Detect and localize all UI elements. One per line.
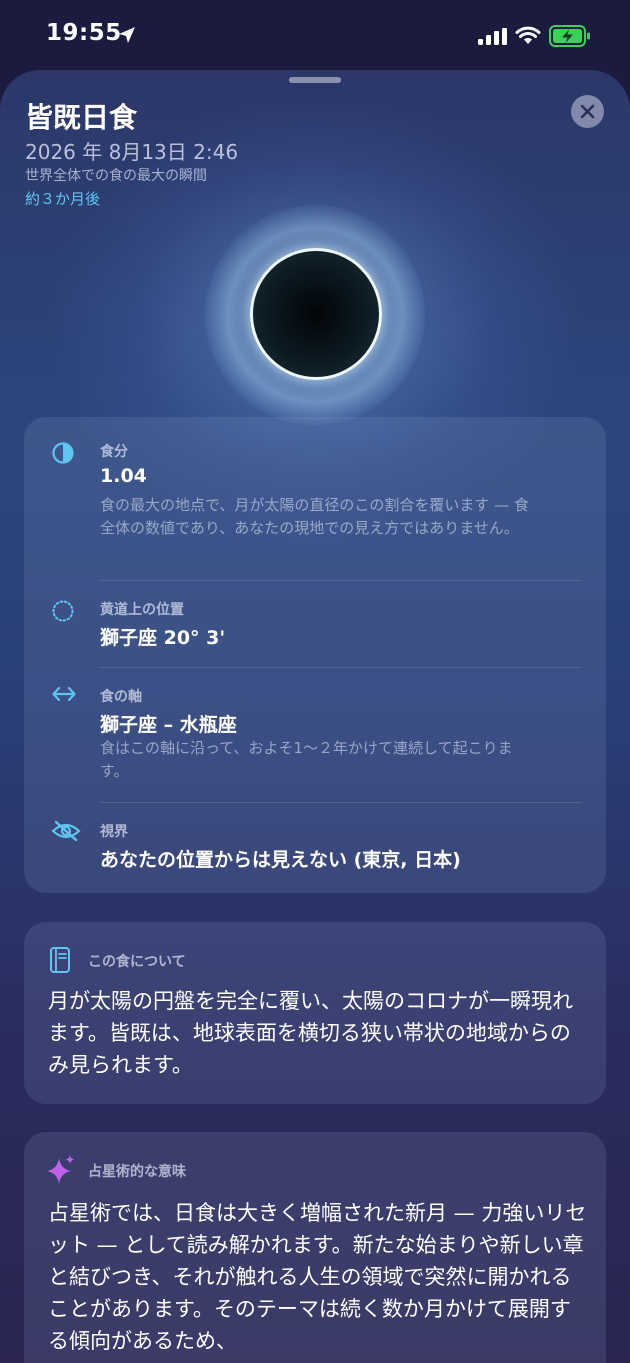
dotted-circle-icon [52,600,74,622]
datetime-caption: 世界全体での食の最大の瞬間 [25,168,207,184]
location-arrow-icon [119,27,135,43]
ecliptic-label: 黄道上の位置 [100,602,184,618]
astrological-meaning-card: 占星術的な意味 占星術では、日食は大きく増幅された新月 — 力強いリセット — … [24,1132,606,1363]
divider [100,667,582,668]
astro-heading: 占星術的な意味 [88,1164,186,1180]
eclipse-detail-sheet: 皆既日食 2026 年 8月13日 2:46 世界全体での食の最大の瞬間 約３か… [0,70,630,1363]
visibility-label: 視界 [100,824,128,840]
ecliptic-value: 獅子座 20° 3' [100,627,226,649]
axis-label: 食の軸 [100,689,142,705]
eye-slash-icon [51,820,81,842]
magnitude-value: 1.04 [100,465,147,487]
status-time: 19:55 [46,20,122,46]
left-right-arrow-icon [52,686,76,702]
eclipse-info-card: 食分 1.04 食の最大の地点で、月が太陽の直径のこの割合を覆います — 食全体… [24,417,606,893]
astro-body: 占星術では、日食は大きく増幅された新月 — 力強いリセット — として読み解かれ… [48,1201,587,1353]
visibility-value: あなたの位置からは見えない (東京, 日本) [100,849,461,871]
eclipse-illustration [250,248,382,380]
cellular-signal-icon [478,28,507,45]
about-heading: この食について [88,954,186,970]
axis-desc: 食はこの軸に沿って、およそ1〜２年かけて連続して起こります。 [100,739,513,780]
page-title: 皆既日食 [25,101,138,134]
close-icon [580,104,595,119]
eclipse-datetime: 2026 年 8月13日 2:46 [25,140,239,164]
wifi-icon [515,26,541,44]
about-body: 月が太陽の円盤を完全に覆い、太陽のコロナが一瞬現れます。皆既は、地球表面を横切る… [48,989,573,1077]
sheet-grabber[interactable] [289,77,341,83]
status-bar: 19:55 [0,0,630,70]
magnitude-desc: 食の最大の地点で、月が太陽の直径のこの割合を覆います — 食全体の数値であり、あ… [100,496,529,537]
relative-time: 約３か月後 [25,190,101,208]
divider [100,580,582,581]
sparkles-icon [47,1155,75,1184]
book-icon [50,947,70,973]
about-eclipse-card: この食について 月が太陽の円盤を完全に覆い、太陽のコロナが一瞬現れます。皆既は、… [24,922,606,1104]
close-button[interactable] [571,95,604,128]
axis-value: 獅子座 – 水瓶座 [100,714,237,736]
magnitude-label: 食分 [100,444,128,460]
battery-charging-icon [549,25,590,47]
divider [100,802,582,803]
half-circle-icon [52,442,74,464]
